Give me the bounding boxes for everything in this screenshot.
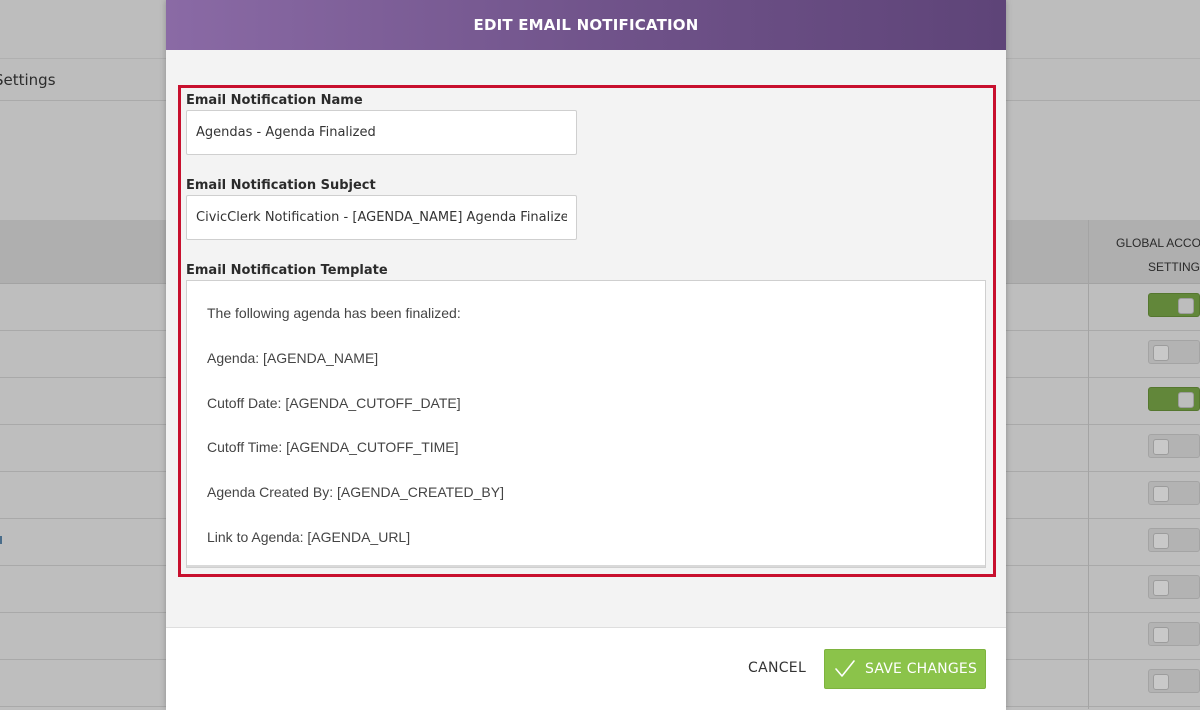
global-setting-toggle[interactable] xyxy=(1148,575,1200,599)
toggle-knob xyxy=(1153,674,1169,690)
column-header-line1: GLOBAL ACCO xyxy=(1116,236,1200,250)
email-notification-template-label: Email Notification Template xyxy=(186,263,388,278)
edit-email-notification-modal: EDIT EMAIL NOTIFICATION Email Notificati… xyxy=(166,0,1006,710)
global-setting-toggle[interactable] xyxy=(1148,387,1200,411)
toggle-knob xyxy=(1153,345,1169,361)
global-setting-toggle[interactable] xyxy=(1148,293,1200,317)
template-line: Agenda Created By: [AGENDA_CREATED_BY] xyxy=(207,484,504,501)
template-line: Cutoff Date: [AGENDA_CUTOFF_DATE] xyxy=(207,394,461,411)
toggle-knob xyxy=(1153,439,1169,455)
template-line: Agenda: [AGENDA_NAME] xyxy=(207,349,379,366)
save-changes-label: SAVE CHANGES xyxy=(865,661,978,677)
toggle-knob xyxy=(1153,627,1169,643)
settings-heading: Settings xyxy=(0,71,56,89)
email-notification-name-input[interactable] xyxy=(186,110,577,155)
email-notification-subject-input[interactable] xyxy=(186,195,577,240)
modal-title: EDIT EMAIL NOTIFICATION xyxy=(473,16,699,34)
toggle-knob xyxy=(1178,392,1194,408)
save-changes-button[interactable]: SAVE CHANGES xyxy=(824,649,986,689)
global-setting-toggle[interactable] xyxy=(1148,528,1200,552)
checkmark-icon xyxy=(835,660,855,677)
toggle-knob xyxy=(1153,533,1169,549)
template-line: The following agenda has been finalized: xyxy=(207,305,461,321)
global-setting-toggle[interactable] xyxy=(1148,669,1200,693)
toggle-knob xyxy=(1153,580,1169,596)
toggle-knob xyxy=(1178,298,1194,314)
global-account-settings-column-header: GLOBAL ACCO SETTING xyxy=(1116,231,1200,279)
global-setting-toggle[interactable] xyxy=(1148,340,1200,364)
global-setting-toggle[interactable] xyxy=(1148,481,1200,505)
modal-header: EDIT EMAIL NOTIFICATION xyxy=(166,0,1006,50)
cancel-button[interactable]: CANCEL xyxy=(748,660,806,676)
global-setting-toggle[interactable] xyxy=(1148,434,1200,458)
template-line: Cutoff Time: [AGENDA_CUTOFF_TIME] xyxy=(207,439,459,456)
background-column-divider xyxy=(1088,220,1089,709)
email-notification-name-label: Email Notification Name xyxy=(186,93,363,108)
modal-footer: CANCEL SAVE CHANGES xyxy=(166,627,1006,710)
email-notification-subject-label: Email Notification Subject xyxy=(186,178,376,193)
column-header-line2: SETTING xyxy=(1148,260,1200,274)
background-link-fragment xyxy=(0,536,2,544)
template-line: Link to Agenda: [AGENDA_URL] xyxy=(207,528,411,545)
toggle-knob xyxy=(1153,486,1169,502)
email-notification-template-editor[interactable]: The following agenda has been finalized:… xyxy=(186,280,986,568)
global-setting-toggle[interactable] xyxy=(1148,622,1200,646)
